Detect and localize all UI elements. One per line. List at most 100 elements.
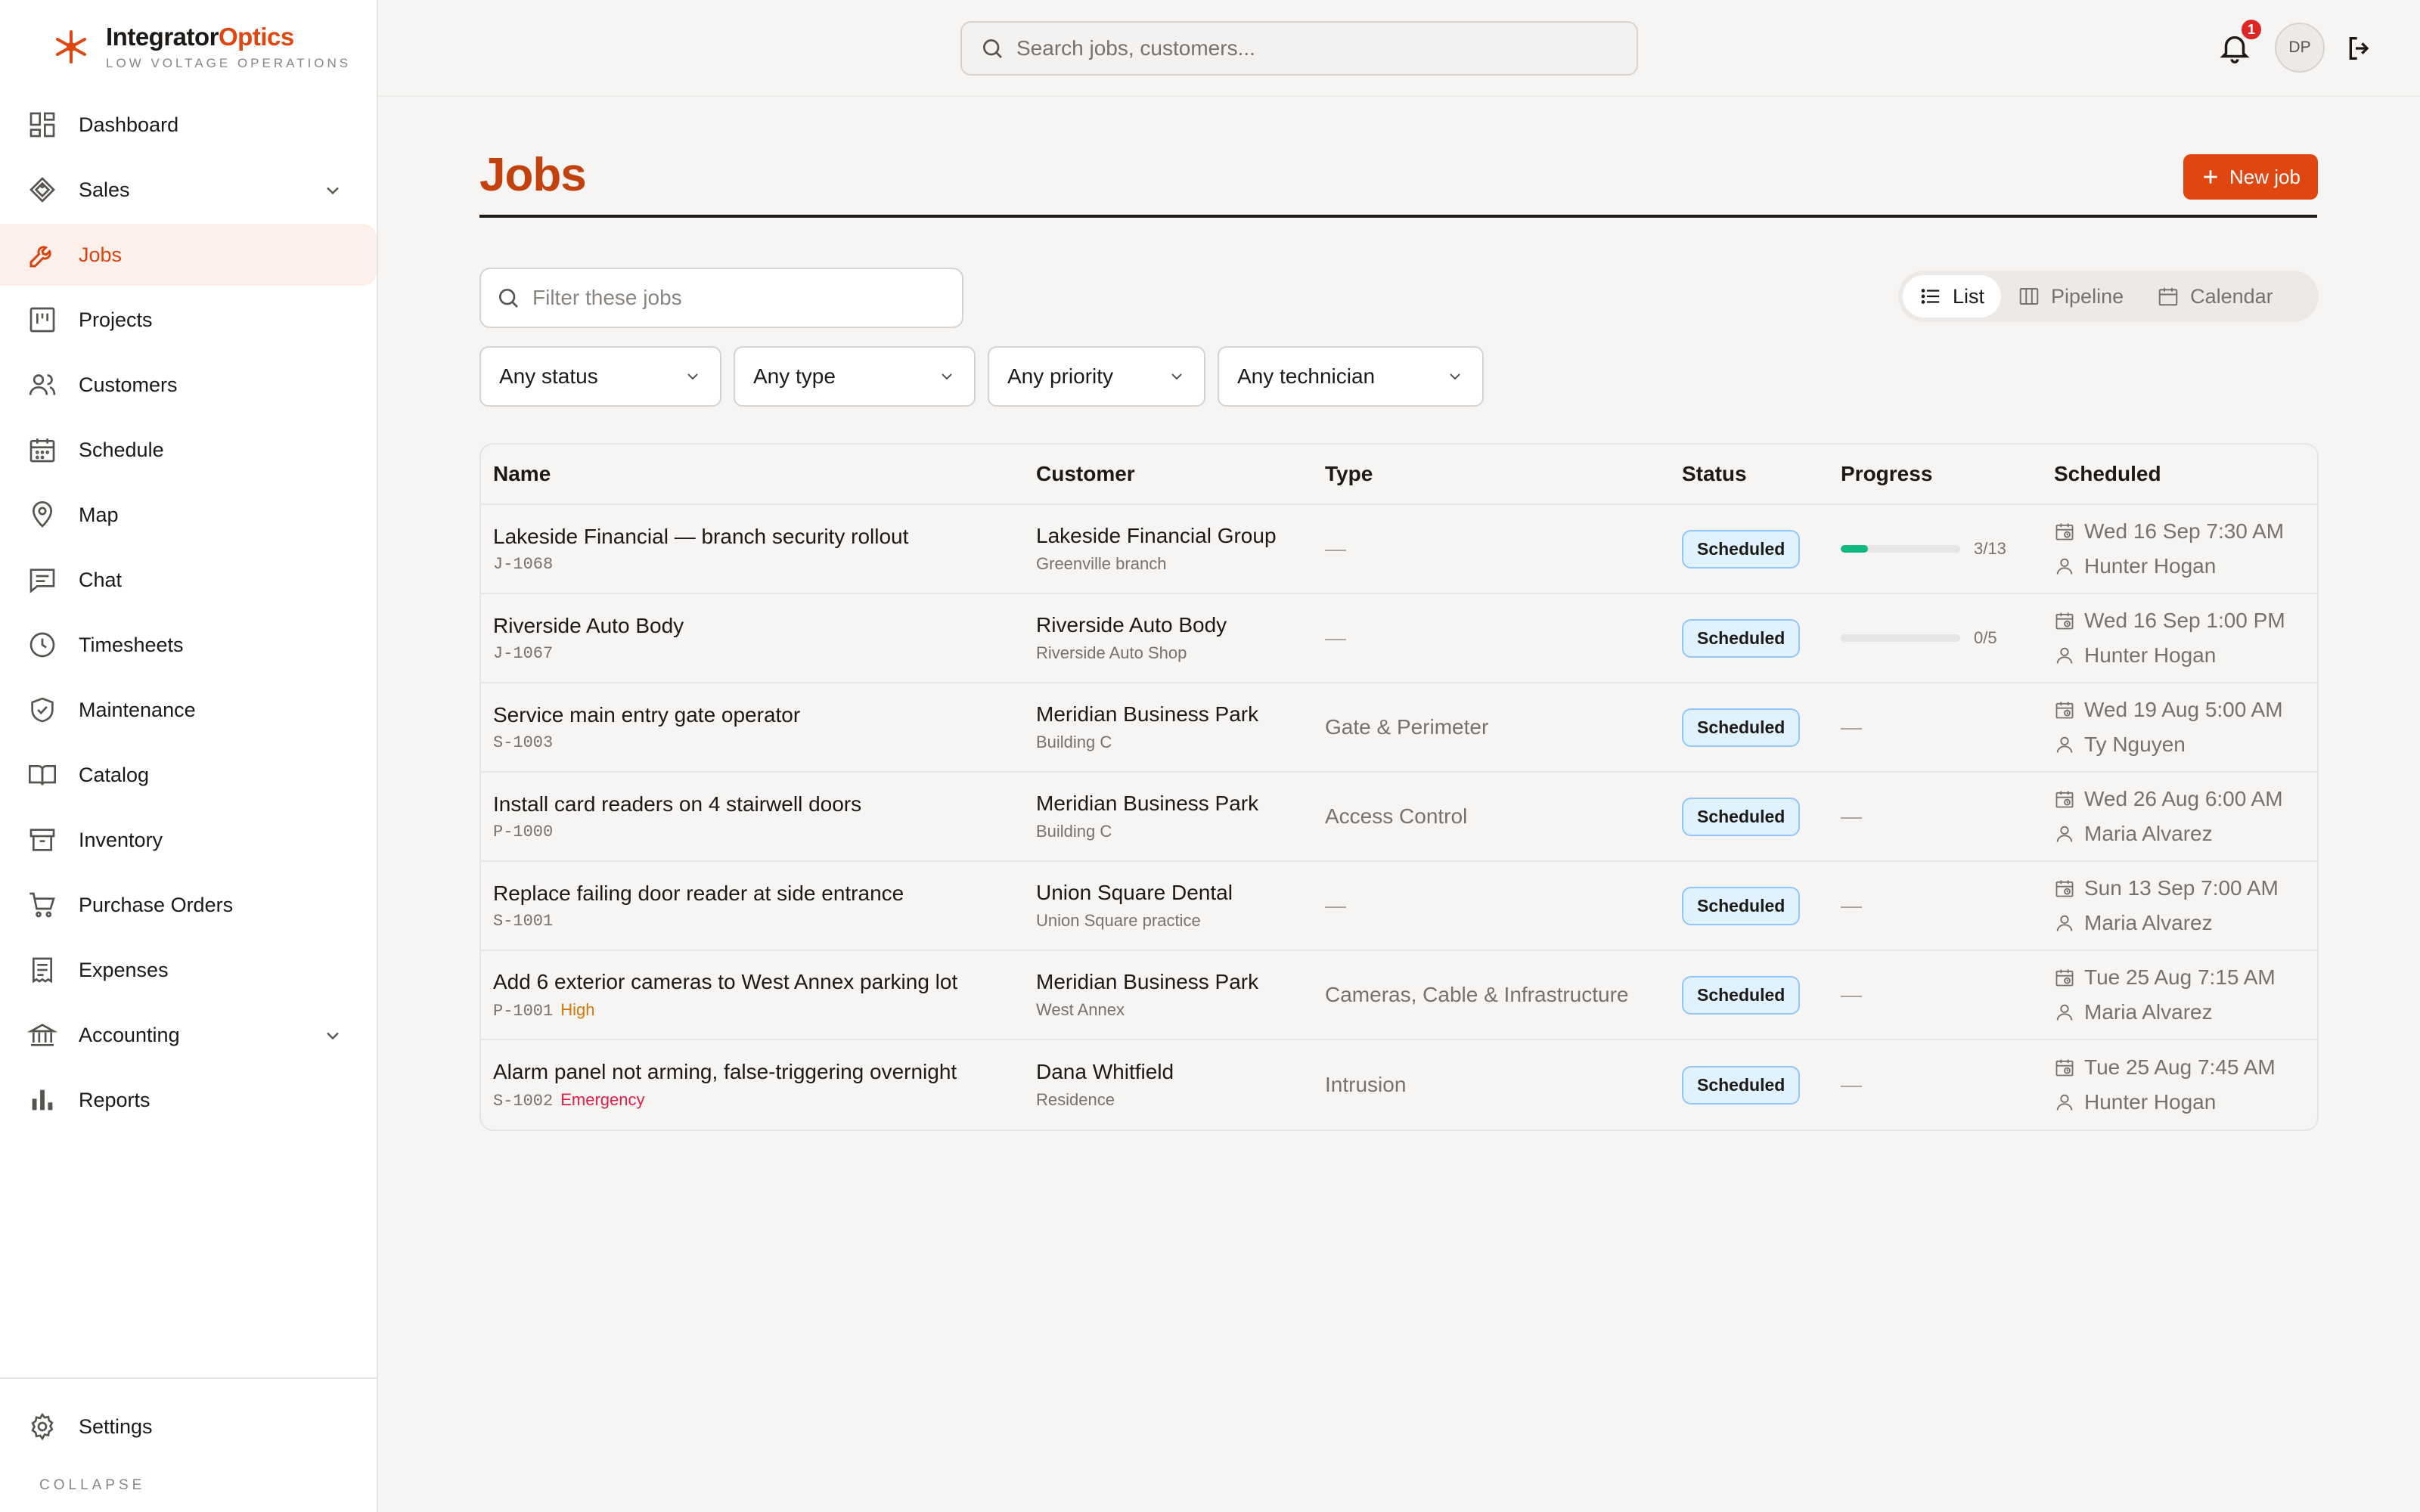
- logout-icon[interactable]: [2344, 33, 2375, 64]
- brand[interactable]: IntegratorOptics LOW VOLTAGE OPERATIONS: [51, 23, 351, 76]
- avatar[interactable]: DP: [2275, 23, 2325, 73]
- chevron-down-icon: [1171, 373, 1182, 380]
- sidebar-item-map[interactable]: Map: [0, 484, 377, 546]
- sidebar-item-dashboard[interactable]: Dashboard: [0, 94, 377, 156]
- chevron-down-icon[interactable]: [322, 180, 343, 201]
- job-name-cell: Install card readers on 4 stairwell door…: [493, 792, 861, 841]
- sidebar-item-jobs[interactable]: Jobs: [0, 224, 377, 286]
- scheduled-cell: Wed 16 Sep 7:30 AM Hunter Hogan: [2054, 519, 2284, 578]
- table-header: Name Customer Type Status Progress Sched…: [481, 445, 2317, 505]
- customer-name[interactable]: Meridian Business Park: [1036, 702, 1258, 727]
- table-row[interactable]: Install card readers on 4 stairwell door…: [481, 773, 2317, 862]
- sidebar-item-label: Map: [79, 503, 119, 526]
- global-search[interactable]: [960, 21, 1638, 76]
- sidebar-item-purchase-orders[interactable]: Purchase Orders: [0, 874, 377, 936]
- sidebar-item-maintenance[interactable]: Maintenance: [0, 679, 377, 741]
- receipt-icon: [33, 957, 52, 984]
- chevron-down-icon[interactable]: [322, 1025, 343, 1046]
- header-type[interactable]: Type: [1325, 462, 1373, 486]
- sidebar-item-inventory[interactable]: Inventory: [0, 809, 377, 871]
- scheduled-date-line: Tue 25 Aug 7:45 AM: [2054, 1055, 2276, 1080]
- type-cell: Gate & Perimeter: [1325, 715, 1488, 739]
- calendar-clock-icon: [2055, 880, 2074, 897]
- view-list[interactable]: List: [1903, 275, 2002, 318]
- sidebar-item-label: Projects: [79, 308, 153, 331]
- status-select[interactable]: Any status: [479, 346, 721, 407]
- type-empty: —: [1325, 537, 1346, 560]
- sidebar-item-customers[interactable]: Customers: [0, 354, 377, 416]
- sidebar-item-timesheets[interactable]: Timesheets: [0, 614, 377, 676]
- job-name[interactable]: Service main entry gate operator: [493, 703, 800, 727]
- job-name[interactable]: Add 6 exterior cameras to West Annex par…: [493, 970, 957, 994]
- collapse-button[interactable]: COLLAPSE: [39, 1477, 145, 1494]
- sidebar-item-sales[interactable]: Sales: [0, 159, 377, 221]
- sidebar-item-label: Inventory: [79, 828, 163, 851]
- scheduled-date-line: Wed 26 Aug 6:00 AM: [2054, 787, 2283, 811]
- user-icon: [2056, 915, 2073, 931]
- customer-name[interactable]: Dana Whitfield: [1036, 1060, 1174, 1084]
- list-icon: [1921, 289, 1940, 304]
- job-name[interactable]: Install card readers on 4 stairwell door…: [493, 792, 861, 816]
- search-input[interactable]: [1016, 36, 1606, 60]
- table-row[interactable]: Riverside Auto Body J-1067 Riverside Auto …: [481, 594, 2317, 683]
- technician-name: Maria Alvarez: [2084, 822, 2213, 845]
- job-name[interactable]: Riverside Auto Body: [493, 614, 684, 638]
- sidebar-item-catalog[interactable]: Catalog: [0, 744, 377, 806]
- header-scheduled[interactable]: Scheduled: [2054, 462, 2161, 486]
- job-name[interactable]: Alarm panel not arming, false-triggering…: [493, 1060, 957, 1084]
- type-select[interactable]: Any type: [734, 346, 976, 407]
- table-row[interactable]: Service main entry gate operator S-1003 Me…: [481, 683, 2317, 773]
- view-calendar[interactable]: Calendar: [2140, 275, 2290, 318]
- type-select-value: Any type: [753, 364, 836, 388]
- header-customer[interactable]: Customer: [1036, 462, 1135, 486]
- bank-icon: [27, 1024, 57, 1046]
- tag-icon: [29, 177, 55, 203]
- job-name[interactable]: Lakeside Financial — branch security rol…: [493, 525, 908, 549]
- progress-cell: —: [1841, 715, 1862, 739]
- logo-icon: [56, 30, 86, 64]
- technician-line: Hunter Hogan: [2054, 554, 2284, 578]
- customer-site: Building C: [1036, 822, 1112, 841]
- customer-name[interactable]: Lakeside Financial Group: [1036, 524, 1277, 548]
- header-name[interactable]: Name: [493, 462, 551, 486]
- sidebar-item-settings[interactable]: Settings: [0, 1379, 377, 1467]
- customer-name[interactable]: Riverside Auto Body: [1036, 613, 1227, 637]
- scheduled-date-line: Tue 25 Aug 7:15 AM: [2054, 965, 2276, 990]
- job-name-cell: Lakeside Financial — branch security rol…: [493, 525, 908, 574]
- customer-name[interactable]: Meridian Business Park: [1036, 792, 1258, 816]
- customer-site: Residence: [1036, 1090, 1115, 1109]
- job-filter[interactable]: [479, 268, 963, 328]
- sidebar-item-expenses[interactable]: Expenses: [0, 939, 377, 1001]
- chevron-down-icon: [687, 373, 698, 380]
- job-code-line: S-1001: [493, 912, 904, 931]
- chevron-down-icon: [1450, 373, 1460, 380]
- customer-name[interactable]: Meridian Business Park: [1036, 970, 1258, 994]
- table-row[interactable]: Replace failing door reader at side entr…: [481, 862, 2317, 951]
- technician-select[interactable]: Any technician: [1218, 346, 1484, 407]
- new-job-button[interactable]: New job: [2183, 154, 2318, 200]
- table-row[interactable]: Alarm panel not arming, false-triggering…: [481, 1040, 2317, 1129]
- technician-line: Maria Alvarez: [2054, 1000, 2276, 1024]
- status-cell: Scheduled: [1682, 797, 1801, 836]
- header-status[interactable]: Status: [1682, 462, 1747, 486]
- header-progress[interactable]: Progress: [1841, 462, 1932, 486]
- sidebar-item-label: Expenses: [79, 958, 169, 981]
- sidebar-item-projects[interactable]: Projects: [0, 289, 377, 351]
- sidebar-item-label: Purchase Orders: [79, 893, 234, 916]
- job-type: Access Control: [1325, 804, 1468, 828]
- scheduled-cell: Tue 25 Aug 7:15 AM Maria Alvarez: [2054, 965, 2276, 1024]
- customer-cell: Dana Whitfield Residence: [1036, 1060, 1174, 1110]
- customer-name[interactable]: Union Square Dental: [1036, 881, 1233, 905]
- priority-select[interactable]: Any priority: [988, 346, 1205, 407]
- sidebar-item-accounting[interactable]: Accounting: [0, 1004, 377, 1066]
- sidebar-item-schedule[interactable]: Schedule: [0, 419, 377, 481]
- view-pipeline[interactable]: Pipeline: [2001, 275, 2140, 318]
- job-code-line: S-1003: [493, 733, 800, 752]
- filter-input[interactable]: [532, 286, 956, 310]
- sidebar-item-reports[interactable]: Reports: [0, 1069, 377, 1131]
- sidebar-item-chat[interactable]: Chat: [0, 549, 377, 611]
- table-row[interactable]: Lakeside Financial — branch security rol…: [481, 505, 2317, 594]
- table-row[interactable]: Add 6 exterior cameras to West Annex par…: [481, 951, 2317, 1040]
- job-name[interactable]: Replace failing door reader at side entr…: [493, 881, 904, 906]
- customer-site: Riverside Auto Shop: [1036, 643, 1187, 662]
